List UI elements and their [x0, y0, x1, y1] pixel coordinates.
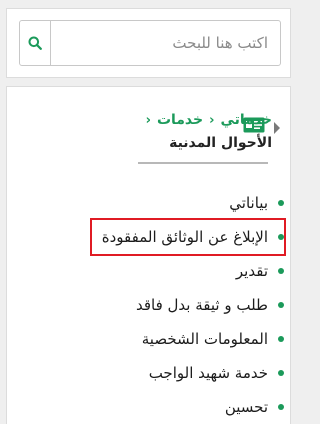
menu-item-replacement-document[interactable]: طلب و ثيقة بدل فاقد	[102, 288, 284, 322]
search-box	[6, 8, 291, 78]
services-menu: بياناتي الإبلاغ عن الوثائق المفقودة تقدي…	[102, 186, 284, 424]
menu-item-improvement[interactable]: تحسين	[102, 390, 284, 424]
menu-item-my-data[interactable]: بياناتي	[102, 186, 284, 220]
menu-item-label: طلب و ثيقة بدل فاقد	[135, 296, 268, 314]
menu-item-label: خدمة شهيد الواجب	[148, 364, 268, 382]
page-title: الأحوال المدنية	[169, 135, 272, 151]
breadcrumb: خدماتي ‹ خدمات ‹	[146, 112, 272, 128]
search-input[interactable]	[51, 21, 280, 65]
bullet	[278, 404, 284, 410]
menu-item-label: الإبلاغ عن الوثائق المفقودة	[101, 228, 268, 246]
breadcrumb-my-services[interactable]: خدماتي	[220, 112, 272, 128]
breadcrumb-separator: ‹	[145, 112, 151, 128]
menu-item-duty-martyr[interactable]: خدمة شهيد الواجب	[102, 356, 284, 390]
bullet	[278, 302, 284, 308]
title-divider	[138, 162, 268, 164]
search-button[interactable]	[20, 21, 51, 65]
bullet	[278, 268, 284, 274]
page: خدماتي ‹ خدمات ‹ الأحوال المدنية بياناتي…	[0, 0, 308, 424]
breadcrumb-services[interactable]: خدمات	[157, 112, 203, 128]
menu-item-label: بياناتي	[229, 194, 268, 212]
breadcrumb-separator: ‹	[209, 112, 215, 128]
bullet	[278, 336, 284, 342]
menu-item-personal-info[interactable]: المعلومات الشخصية	[102, 322, 284, 356]
menu-item-report-lost-documents[interactable]: الإبلاغ عن الوثائق المفقودة	[102, 220, 284, 254]
bullet	[278, 234, 284, 240]
search-icon	[28, 36, 42, 50]
menu-item-label: تقدير	[235, 262, 268, 280]
menu-item-label: المعلومات الشخصية	[141, 330, 268, 348]
search-field	[19, 20, 281, 66]
bullet	[278, 370, 284, 376]
caret-right-icon[interactable]	[272, 121, 282, 135]
menu-item-appreciation[interactable]: تقدير	[102, 254, 284, 288]
bullet	[278, 200, 284, 206]
menu-item-label: تحسين	[224, 398, 268, 416]
